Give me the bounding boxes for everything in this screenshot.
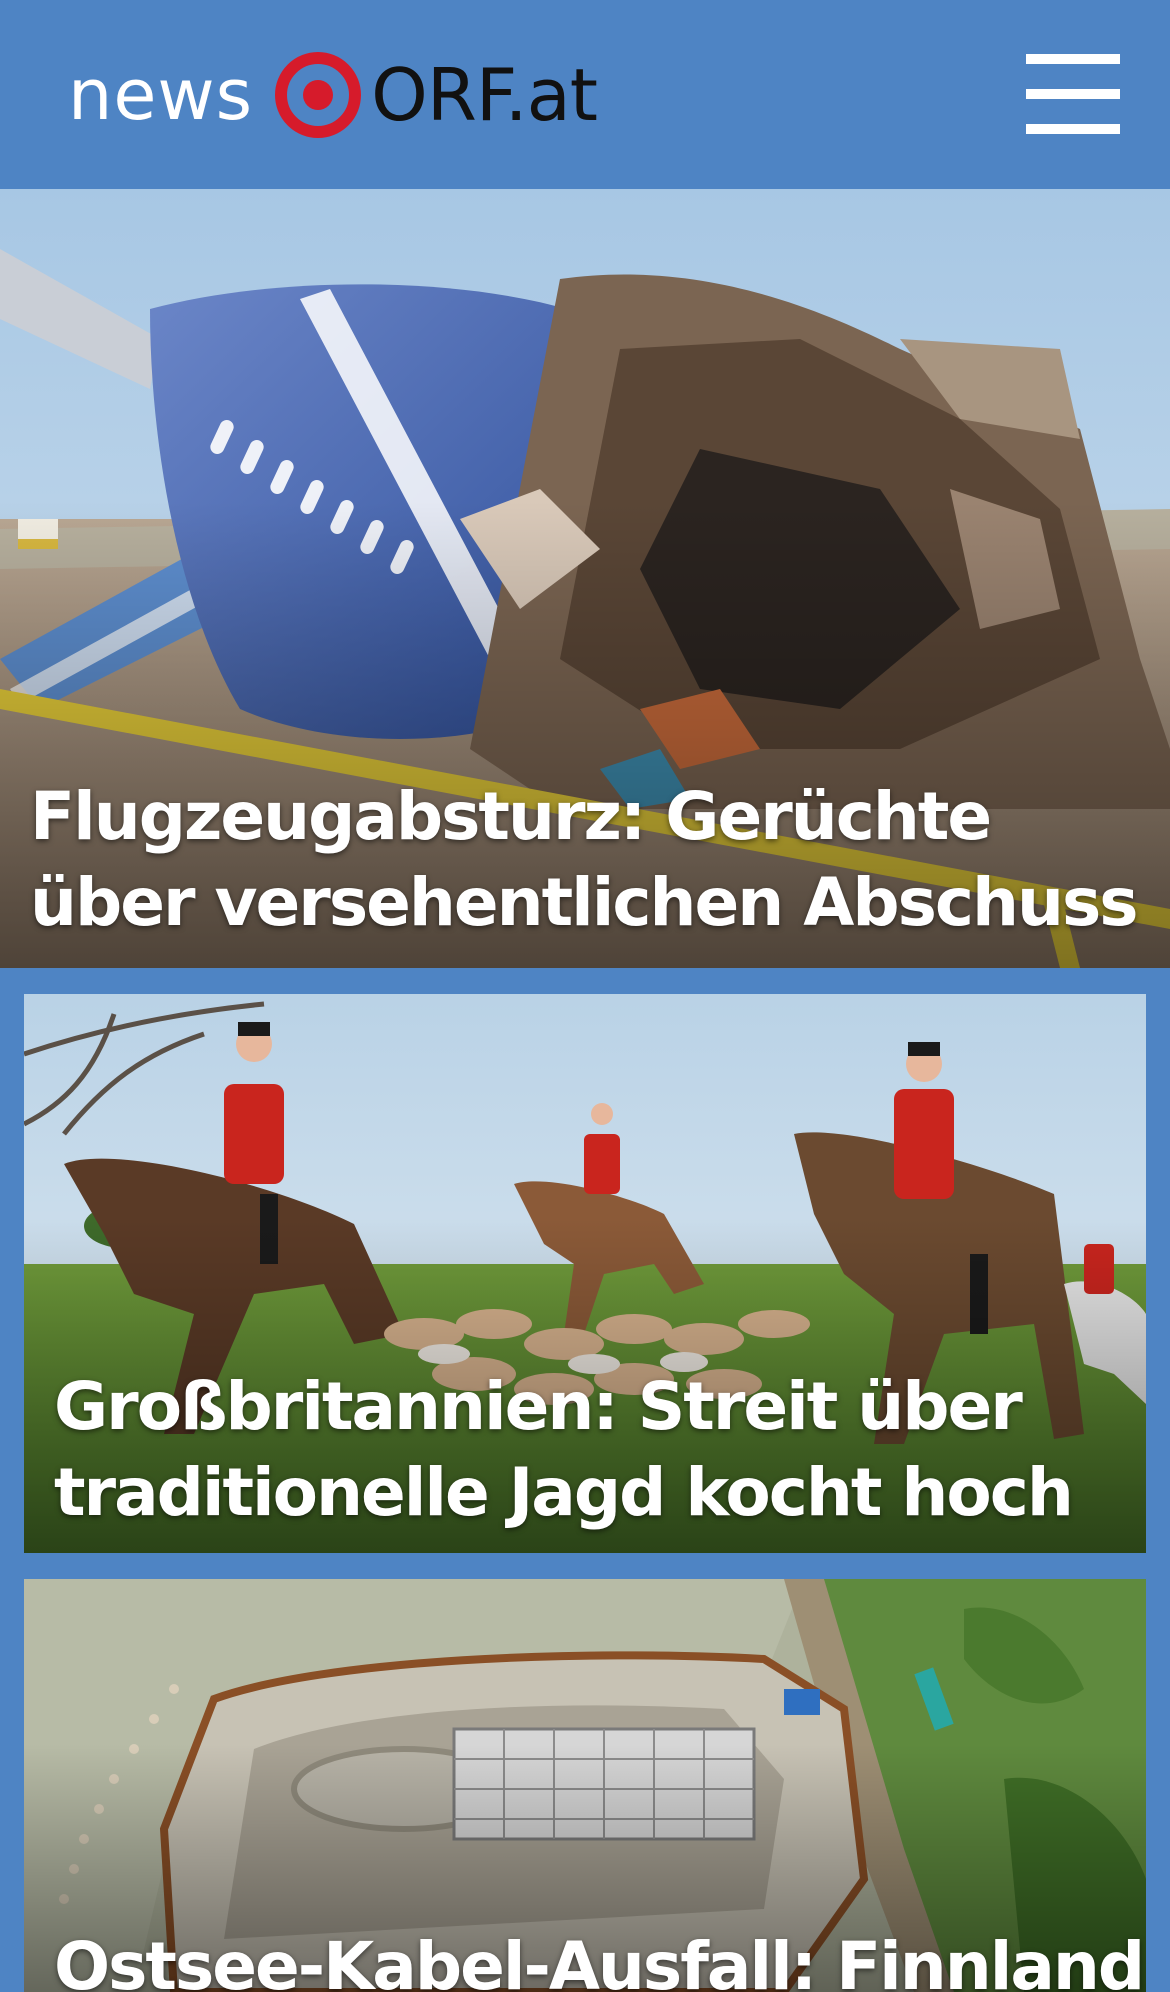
hamburger-menu-icon[interactable] (1020, 52, 1124, 136)
news-orf-logo[interactable]: news ORF.at (68, 50, 598, 140)
story-card-plane-crash[interactable]: Flugzeugabsturz: Gerüchte über versehent… (0, 189, 1170, 968)
app-header: news ORF.at (0, 0, 1170, 189)
story-card-baltic-cable[interactable]: Ostsee-Kabel-Ausfall: Finnland (24, 1579, 1146, 1992)
story-headline[interactable]: Flugzeugabsturz: Gerüchte über versehent… (30, 774, 1140, 946)
story-headline[interactable]: Ostsee-Kabel-Ausfall: Finnland (54, 1924, 1145, 1992)
logo-orf-text: ORF.at (371, 53, 598, 137)
orf-eye-logo-icon (275, 52, 362, 138)
logo-news-text: news (68, 54, 254, 136)
menu-bar (1026, 54, 1120, 64)
story-card-hunt[interactable]: Großbritannien: Streit über traditionell… (24, 994, 1146, 1553)
story-headline[interactable]: Großbritannien: Streit über traditionell… (54, 1364, 1114, 1536)
menu-bar (1026, 124, 1120, 134)
menu-bar (1026, 89, 1120, 99)
